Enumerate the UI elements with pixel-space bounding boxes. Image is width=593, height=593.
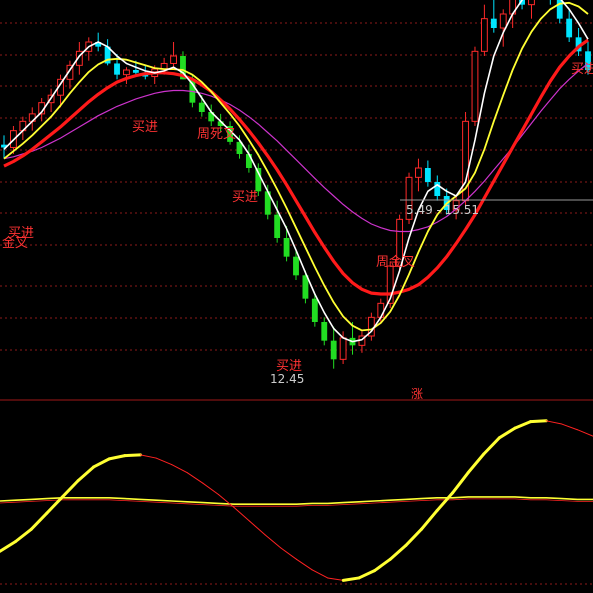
osc-seg-17 — [264, 534, 282, 549]
osc-seg-21 — [327, 577, 344, 581]
candle-body-12 — [114, 63, 120, 75]
osc-seg-6 — [92, 457, 111, 469]
indicator-flat-line — [0, 496, 593, 506]
osc-seg-34 — [529, 419, 548, 424]
candle-body-40 — [377, 302, 385, 318]
candle-body-35 — [330, 340, 337, 360]
osc-seg-10 — [155, 457, 173, 466]
signal-label-7: 买进 — [571, 62, 593, 77]
osc-seg-8 — [123, 453, 142, 458]
signal-label-4: 买进 — [232, 190, 258, 205]
osc-seg-20 — [311, 569, 329, 579]
osc-seg-12 — [186, 472, 204, 484]
osc-seg-32 — [497, 426, 517, 440]
osc-seg-26 — [404, 527, 423, 548]
signal-label-3: 周死叉 — [197, 127, 236, 142]
candle-body-52 — [490, 18, 497, 28]
zhang-signal-label: 涨 — [411, 386, 423, 401]
osc-seg-0 — [0, 540, 18, 553]
indicator-panel — [0, 419, 593, 582]
osc-seg-37 — [576, 429, 593, 437]
candle-body-33 — [311, 298, 318, 322]
osc-seg-23 — [357, 569, 377, 580]
osc-seg-5 — [76, 465, 96, 483]
osc-seg-35 — [545, 420, 563, 425]
candle-body-13 — [123, 69, 130, 76]
price-range-label: 5.49 - 15.51 — [406, 203, 479, 217]
candle-body-34 — [321, 322, 328, 341]
osc-seg-28 — [435, 491, 455, 513]
osc-seg-30 — [466, 452, 486, 475]
osc-seg-13 — [202, 482, 219, 496]
osc-seg-27 — [419, 509, 439, 531]
osc-seg-15 — [233, 506, 251, 522]
kline-chart-svg: 金叉买进买进 周死叉买进买进周金叉买进 12.45 5.49 - 15.51 涨 — [0, 0, 593, 585]
candle-body-51 — [480, 18, 488, 52]
osc-seg-3 — [45, 495, 64, 515]
osc-seg-11 — [171, 464, 188, 474]
osc-seg-24 — [373, 557, 392, 573]
candle-body-30 — [283, 238, 290, 257]
osc-seg-4 — [60, 479, 80, 499]
osc-seg-25 — [388, 544, 408, 561]
candle-body-36 — [339, 337, 347, 360]
osc-seg-16 — [249, 520, 266, 536]
candle-body-53 — [499, 13, 507, 29]
osc-seg-18 — [280, 547, 297, 560]
osc-seg-36 — [561, 423, 578, 431]
low-price-label: 12.45 — [270, 372, 304, 386]
candle-body-60 — [566, 18, 573, 38]
osc-seg-31 — [482, 436, 501, 456]
candle-body-50 — [471, 50, 479, 122]
osc-seg-19 — [296, 558, 313, 571]
candle-body-14 — [132, 70, 139, 73]
ma-long-line — [3, 63, 589, 233]
signal-label-1: 买进 — [8, 226, 34, 241]
candle-body-21 — [198, 102, 205, 112]
stock-chart: 金叉 买进 买进 周死叉 买进 买进 周金叉 买进 12.45 5.49 - 15.51 涨 — [0, 0, 593, 593]
osc-seg-22 — [341, 576, 361, 582]
osc-seg-1 — [14, 527, 33, 543]
osc-seg-2 — [29, 511, 49, 531]
candle-body-26 — [245, 154, 252, 168]
osc-seg-9 — [139, 454, 157, 459]
osc-seg-29 — [451, 471, 470, 495]
price-annotations: 12.45 5.49 - 15.51 涨 — [270, 203, 479, 401]
osc-seg-7 — [107, 454, 127, 461]
candle-body-31 — [293, 256, 299, 276]
signal-label-2: 买进 — [132, 120, 158, 135]
osc-seg-33 — [513, 420, 533, 430]
candle-body-29 — [274, 214, 281, 238]
indicator-flat-line-b — [0, 498, 593, 507]
candle-body-18 — [170, 55, 177, 64]
candle-body-56 — [528, 0, 535, 6]
candle-body-45 — [424, 168, 431, 182]
signal-label-6: 周金叉 — [376, 254, 415, 270]
candle-body-44 — [415, 167, 422, 178]
signal-labels: 金叉买进买进 周死叉买进买进周金叉买进 — [2, 62, 593, 374]
moving-averages — [3, 0, 593, 343]
